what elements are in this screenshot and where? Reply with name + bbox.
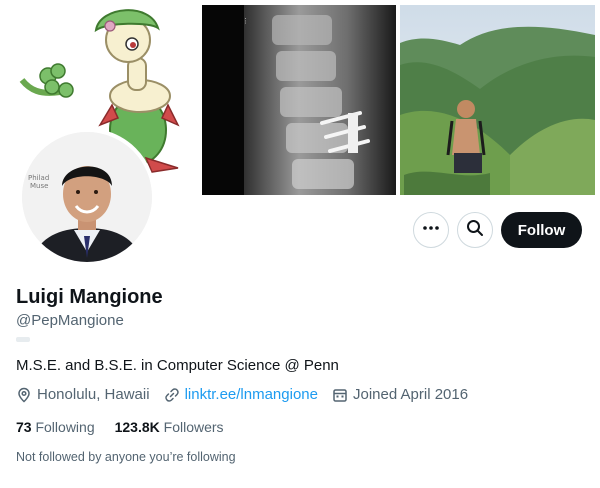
joined-item: Joined April 2016 <box>332 386 468 403</box>
ellipsis-icon <box>422 219 440 242</box>
svg-text:Muse: Muse <box>30 182 48 190</box>
following-count: 73 <box>16 419 32 435</box>
location-pin-icon <box>18 387 30 403</box>
followers-stat[interactable]: 123.8K Followers <box>115 419 224 435</box>
follow-stats: 73 Following 123.8K Followers <box>16 419 244 435</box>
display-name: Luigi Mangione <box>16 286 163 308</box>
search-profile-button[interactable] <box>457 212 493 248</box>
search-icon <box>466 219 484 242</box>
svg-text:Philad: Philad <box>28 174 49 182</box>
location-item: Honolulu, Hawaii <box>16 386 150 403</box>
link-icon <box>164 387 179 402</box>
profile-link[interactable]: linktr.ee/lnmangione <box>185 386 318 403</box>
bio: M.S.E. and B.S.E. in Computer Science @ … <box>16 357 339 374</box>
followers-count: 123.8K <box>114 419 160 435</box>
joined-text: Joined April 2016 <box>352 386 469 403</box>
followers-label: Followers <box>163 419 224 435</box>
hiking-photo[interactable] <box>400 5 595 195</box>
link-item[interactable]: linktr.ee/lnmangione <box>164 386 318 403</box>
avatar[interactable]: Philad Muse <box>18 128 156 266</box>
xray-image[interactable]: ⋮ <box>202 5 396 195</box>
profile-meta: Honolulu, Hawaii linktr.ee/lnmangione Jo… <box>16 386 482 403</box>
following-stat[interactable]: 73 Following <box>16 419 95 435</box>
handle: @PepMangione <box>16 312 124 329</box>
social-context-text: Not followed by anyone you’re following <box>16 450 236 464</box>
following-label: Following <box>35 419 95 435</box>
label-chip <box>16 337 30 342</box>
svg-text:⋮: ⋮ <box>242 17 249 25</box>
calendar-icon <box>333 388 347 402</box>
more-options-button[interactable] <box>413 212 449 248</box>
follow-button[interactable]: Follow <box>501 212 582 248</box>
location-text: Honolulu, Hawaii <box>37 386 150 403</box>
